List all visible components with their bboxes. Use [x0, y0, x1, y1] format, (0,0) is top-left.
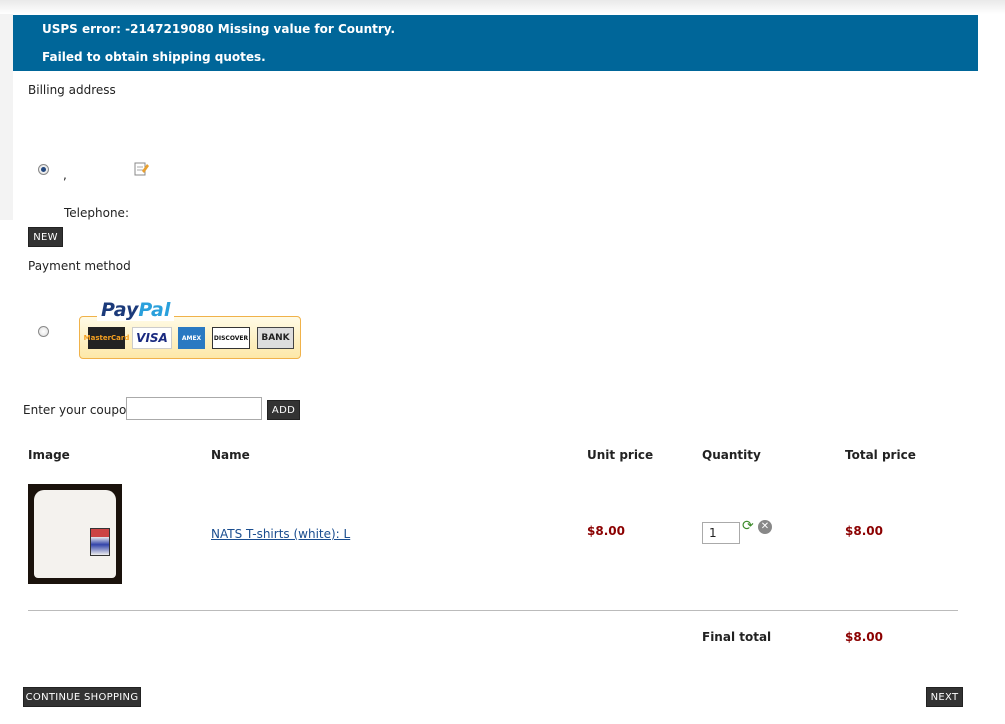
coupon-label: Enter your coupon	[23, 403, 134, 417]
telephone-label: Telephone:	[64, 206, 129, 220]
col-header-quantity: Quantity	[702, 448, 761, 462]
coupon-input[interactable]	[126, 397, 262, 420]
edit-address-icon[interactable]	[134, 161, 149, 176]
refresh-quantity-icon[interactable]: ⟳	[742, 519, 757, 534]
bank-icon: BANK	[257, 327, 294, 349]
col-header-total-price: Total price	[845, 448, 916, 462]
col-header-unit-price: Unit price	[587, 448, 654, 462]
new-address-button[interactable]: NEW	[28, 227, 63, 247]
visa-icon: VISA	[132, 327, 172, 349]
paypal-wordmark: PayPal	[97, 299, 175, 321]
final-total-value: $8.00	[845, 630, 883, 644]
quantity-input[interactable]: 1	[702, 522, 740, 544]
top-shadow	[0, 0, 1005, 14]
add-coupon-button[interactable]: ADD	[267, 400, 300, 420]
mastercard-icon: MasterCard	[84, 327, 129, 349]
discover-icon: DISCOVER	[212, 327, 250, 349]
product-name-link[interactable]: NATS T-shirts (white): L	[211, 527, 350, 541]
final-total-label: Final total	[702, 630, 772, 644]
error-line-1: USPS error: -2147219080 Missing value fo…	[42, 22, 396, 36]
paypal-radio[interactable]	[38, 326, 49, 337]
remove-item-icon[interactable]: ✕	[758, 520, 772, 534]
billing-address-radio[interactable]	[38, 164, 49, 175]
col-header-image: Image	[28, 448, 70, 462]
continue-shopping-button[interactable]: CONTINUE SHOPPING	[23, 687, 141, 707]
billing-heading: Billing address	[28, 83, 116, 97]
error-line-2: Failed to obtain shipping quotes.	[42, 50, 266, 64]
col-header-name: Name	[211, 448, 250, 462]
left-panel-edge	[0, 14, 13, 220]
billing-address-text: ,	[63, 168, 67, 182]
amex-icon: AMEX	[178, 327, 205, 349]
next-button[interactable]: NEXT	[926, 687, 963, 707]
error-banner: USPS error: -2147219080 Missing value fo…	[13, 15, 978, 71]
divider	[28, 610, 958, 611]
paypal-logo[interactable]: PayPal MasterCard VISA AMEX DISCOVER BAN…	[79, 299, 301, 359]
payment-heading: Payment method	[28, 259, 131, 273]
row-total-price: $8.00	[845, 524, 883, 538]
unit-price: $8.00	[587, 524, 625, 538]
product-image	[28, 484, 122, 584]
